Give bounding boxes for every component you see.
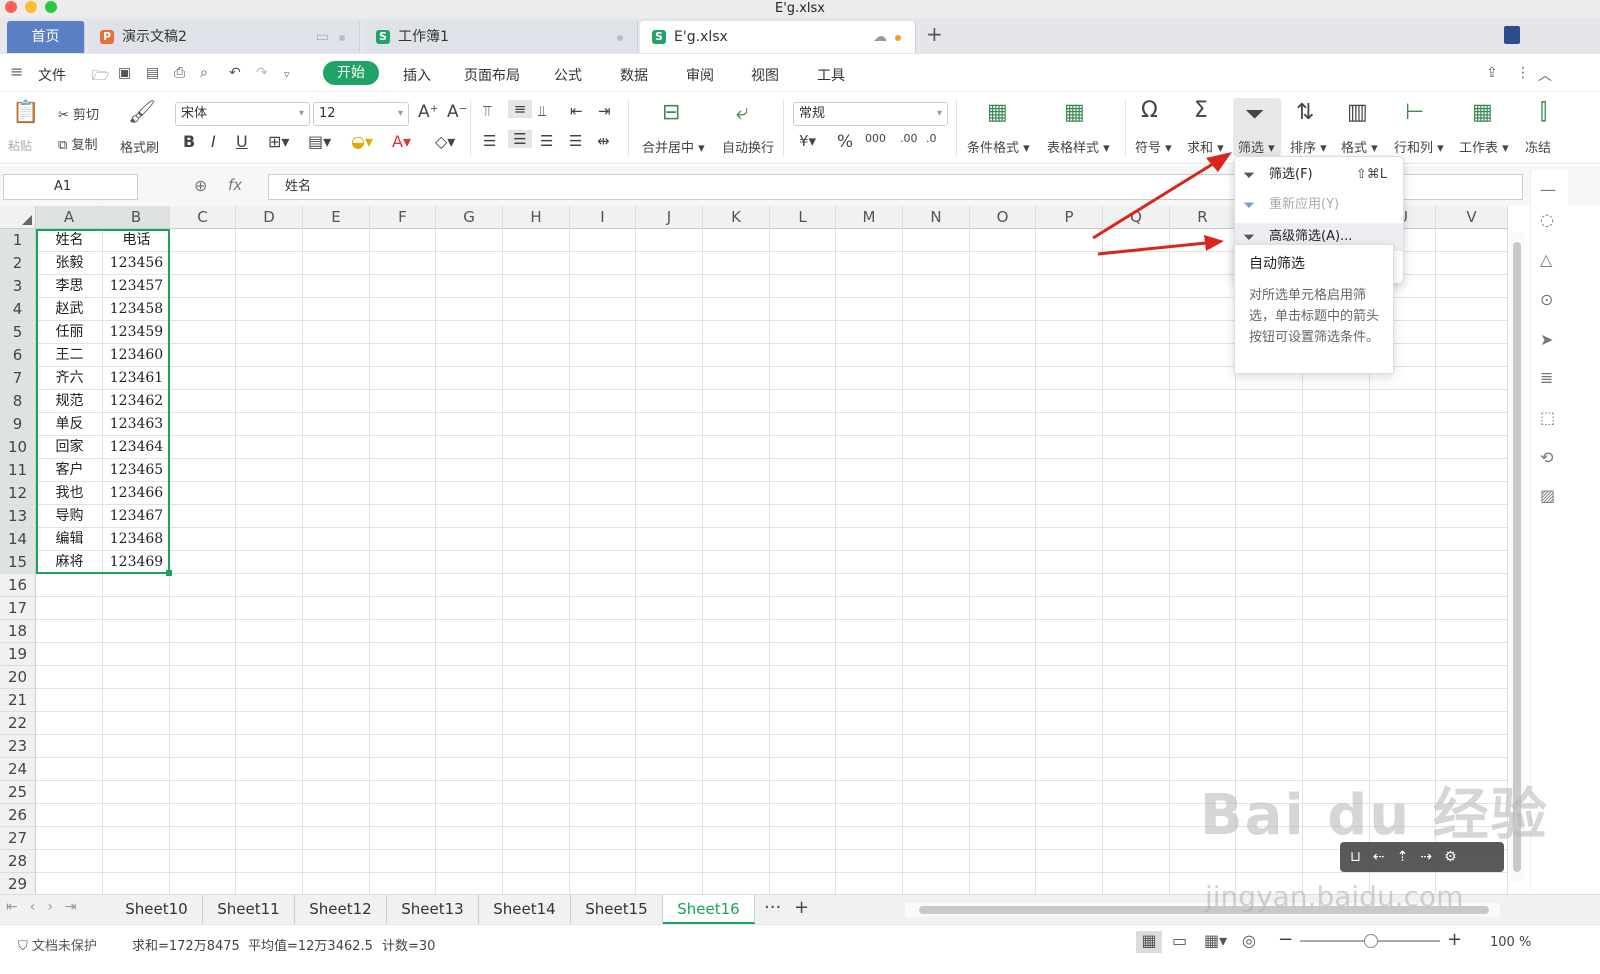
floating-toolbar[interactable]: ⊔⇠⇡⇢⚙ (1340, 842, 1504, 872)
floating-tool-icons: ⊔⇠⇡⇢⚙ (1350, 849, 1469, 865)
watermark-url: jingyan.baidu.com (1205, 880, 1464, 913)
baidu-watermark: Bai du 经验 (1200, 783, 1549, 848)
arrowhead-icon (1206, 152, 1232, 172)
arrowhead-icon (1204, 235, 1224, 251)
arrow-to-advanced-filter (1097, 241, 1207, 256)
arrow-to-filter-button (1092, 160, 1217, 240)
